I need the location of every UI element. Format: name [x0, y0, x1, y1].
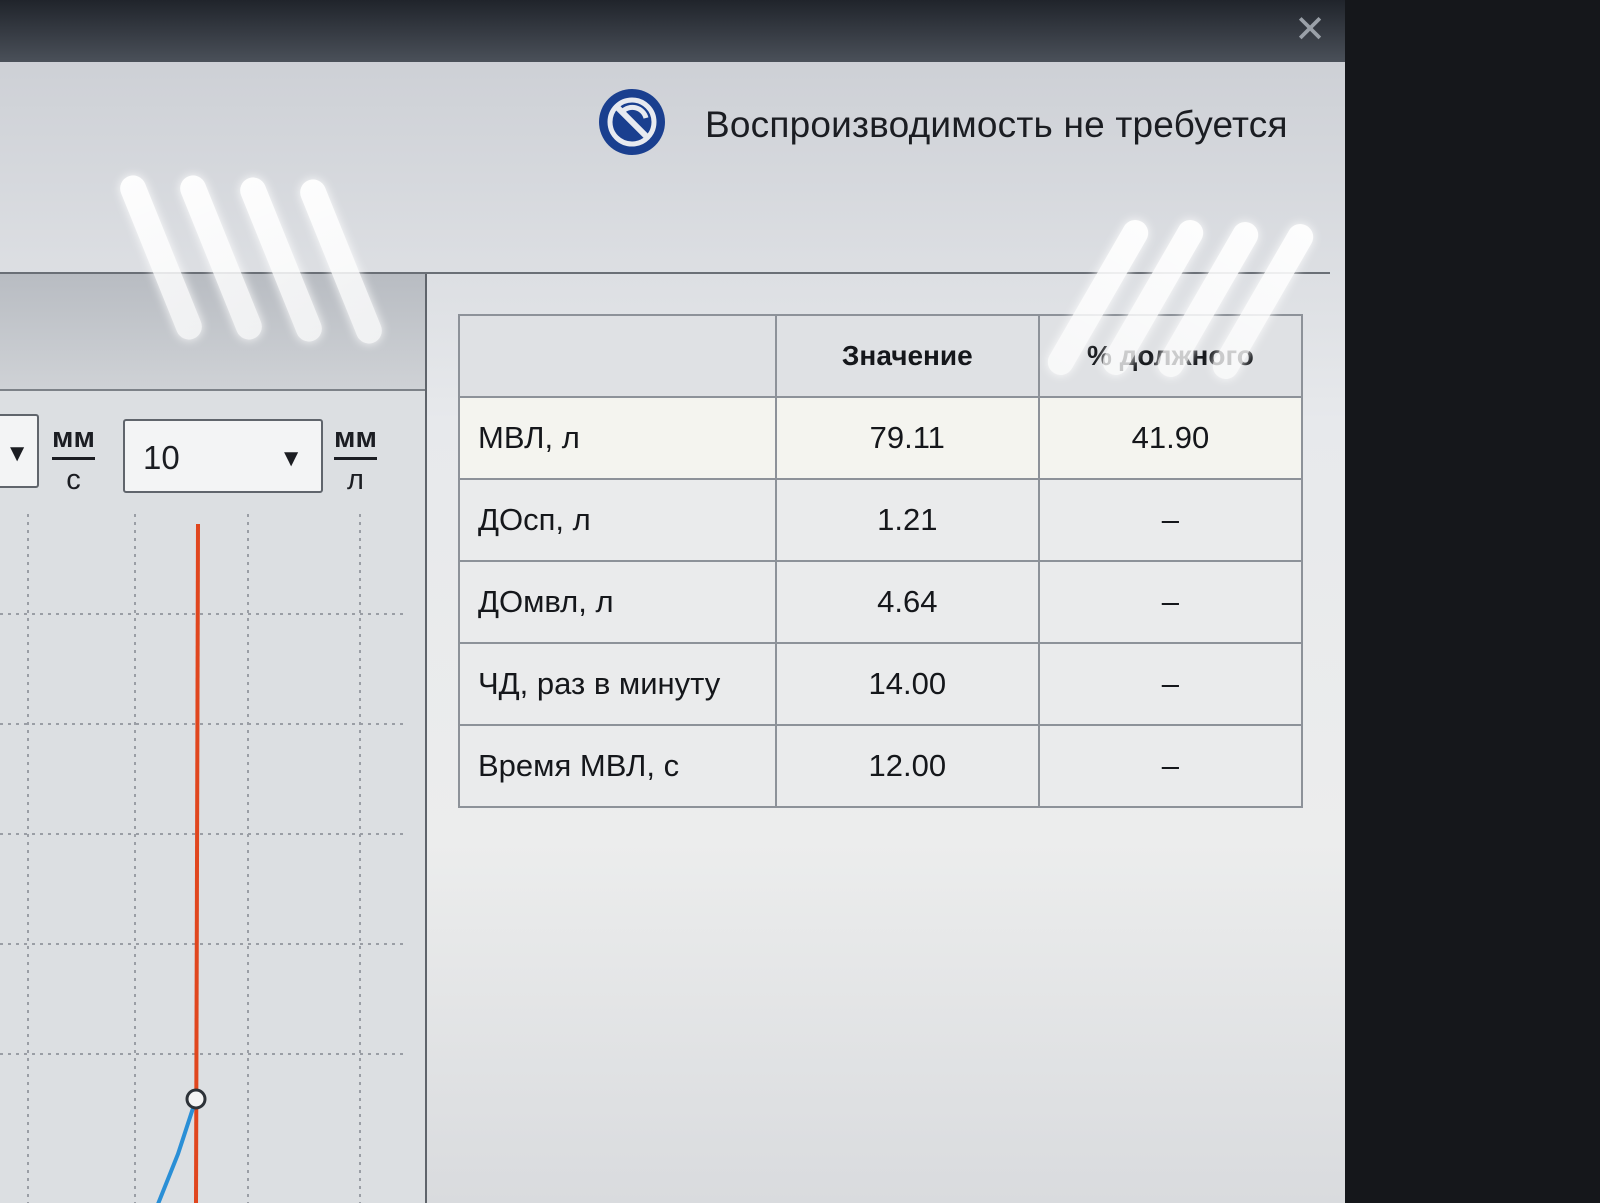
- volume-scale-select[interactable]: 10 ▼: [123, 419, 323, 493]
- row-label: ЧД, раз в минуту: [458, 642, 777, 726]
- table-row: ДОмвл, л 4.64 –: [458, 560, 1304, 644]
- table-row: Время МВЛ, с 12.00 –: [458, 724, 1304, 808]
- results-panel: Значение % должного МВЛ, л 79.11 41.90 Д…: [428, 274, 1328, 1203]
- not-required-icon: [599, 89, 665, 155]
- row-value: 14.00: [774, 642, 1040, 726]
- chevron-down-icon: ▼: [5, 440, 29, 467]
- flow-curve: [156, 1098, 198, 1203]
- row-percent: –: [1037, 724, 1304, 808]
- screen: ✕ Воспроизводимость не требуется ▼ мм с …: [0, 0, 1345, 1203]
- graph-panel: ▼ мм с 10 ▼ мм л: [0, 274, 427, 1203]
- row-label: ДОмвл, л: [458, 560, 777, 644]
- row-label: ДОсп, л: [458, 478, 777, 562]
- row-label: Время МВЛ, с: [458, 724, 777, 808]
- table-row: МВЛ, л 79.11 41.90: [458, 396, 1304, 480]
- row-value: 79.11: [774, 396, 1040, 480]
- row-value: 1.21: [774, 478, 1040, 562]
- close-button[interactable]: ✕: [1290, 10, 1330, 50]
- curve-point: [185, 1088, 207, 1110]
- status-message: Воспроизводимость не требуется: [705, 104, 1288, 145]
- table-row: ДОсп, л 1.21 –: [458, 478, 1304, 562]
- row-percent: –: [1037, 560, 1304, 644]
- row-value: 12.00: [774, 724, 1040, 808]
- row-label: МВЛ, л: [458, 396, 777, 480]
- volume-scale-unit: мм л: [334, 422, 377, 496]
- time-scale-unit: мм с: [52, 422, 95, 496]
- time-scale-select[interactable]: ▼: [0, 414, 39, 488]
- row-percent: –: [1037, 478, 1304, 562]
- column-header: [458, 314, 777, 398]
- results-table: Значение % должного МВЛ, л 79.11 41.90 Д…: [458, 314, 1304, 808]
- table-row: ЧД, раз в минуту 14.00 –: [458, 642, 1304, 726]
- spirogram-plot: [0, 514, 405, 1203]
- title-bar: ✕: [0, 0, 1345, 62]
- chevron-down-icon: ▼: [279, 445, 303, 472]
- column-header-value: Значение: [774, 314, 1040, 398]
- row-percent: 41.90: [1037, 396, 1304, 480]
- row-value: 4.64: [774, 560, 1040, 644]
- row-percent: –: [1037, 642, 1304, 726]
